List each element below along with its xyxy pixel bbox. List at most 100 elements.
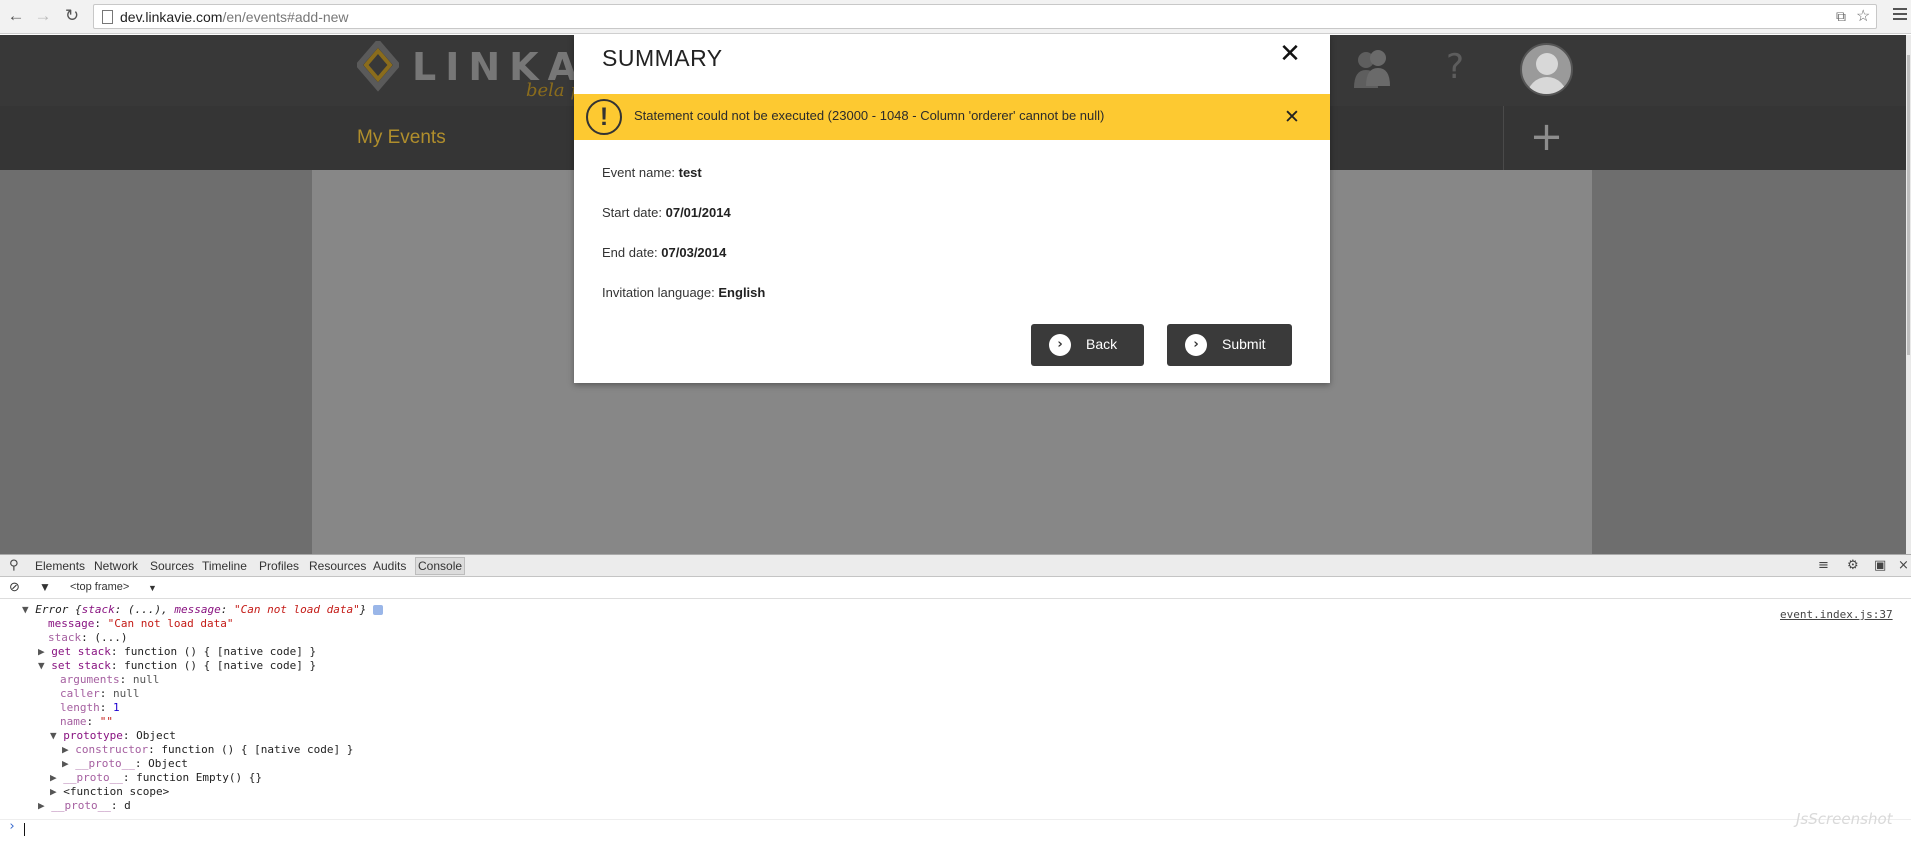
console-prop[interactable]: ▶ get stack: function () { [native code]… bbox=[38, 645, 316, 659]
tab-console[interactable]: Console bbox=[415, 557, 466, 575]
field-label: Invitation language: bbox=[602, 285, 715, 300]
undock-icon[interactable]: ▣ bbox=[1874, 558, 1886, 573]
prop-key: set stack bbox=[51, 659, 111, 672]
tab-profiles[interactable]: Profiles bbox=[259, 559, 299, 573]
prop-sep: : bbox=[122, 729, 137, 742]
url-path: /en/events#add-new bbox=[222, 9, 349, 25]
reload-icon[interactable]: ↻ bbox=[62, 6, 82, 26]
prop-sep: : bbox=[99, 701, 113, 714]
console-filter-bar: ⊘ ▼ <top frame> ▼ bbox=[0, 577, 1911, 599]
prop-value: function () { [native code] } bbox=[124, 659, 317, 672]
tab-timeline[interactable]: Timeline bbox=[202, 559, 247, 573]
expand-triangle-icon[interactable]: ▼ bbox=[50, 729, 57, 742]
console-prop[interactable]: ▶ __proto__: Object bbox=[62, 757, 188, 771]
prop-key: message bbox=[48, 617, 95, 630]
prop-sep: : bbox=[110, 659, 125, 672]
submit-button[interactable]: › Submit bbox=[1167, 324, 1292, 366]
devtools-toolbar: ⚲ Elements Network Sources Timeline Prof… bbox=[0, 555, 1911, 577]
console-input[interactable] bbox=[24, 823, 25, 836]
expand-triangle-icon[interactable]: ▼ bbox=[38, 659, 45, 672]
console-prop[interactable]: ▶ __proto__: function Empty() {} bbox=[50, 771, 262, 785]
source-file-link[interactable]: event.index.js:37 bbox=[1780, 608, 1893, 621]
console-prop: message: "Can not load data" bbox=[48, 617, 233, 631]
search-icon[interactable]: ⚲ bbox=[9, 558, 19, 573]
end-date-row: End date: 07/03/2014 bbox=[602, 245, 726, 260]
field-value: English bbox=[718, 285, 766, 300]
console-prompt-icon: › bbox=[8, 819, 16, 834]
scrollbar-thumb[interactable] bbox=[1907, 55, 1910, 355]
tab-network[interactable]: Network bbox=[94, 559, 138, 573]
error-close-brace: } bbox=[359, 603, 367, 616]
field-value: 07/03/2014 bbox=[661, 245, 727, 260]
prop-sep: : bbox=[86, 715, 100, 728]
address-bar[interactable]: dev.linkavie.com/en/events#add-new ⧉ ☆ bbox=[93, 4, 1877, 29]
modal-close-icon[interactable]: ✕ bbox=[1276, 40, 1304, 68]
field-label: End date: bbox=[602, 245, 658, 260]
my-events-link[interactable]: My Events bbox=[357, 127, 446, 149]
info-icon[interactable] bbox=[373, 605, 384, 615]
browser-menu-icon[interactable] bbox=[1893, 8, 1907, 22]
field-label: Start date: bbox=[602, 205, 662, 220]
chevron-right-icon: › bbox=[1049, 334, 1071, 356]
console-prop[interactable]: ▼ prototype: Object bbox=[50, 729, 176, 743]
tab-audits[interactable]: Audits bbox=[373, 559, 406, 573]
event-name-row: Event name: test bbox=[602, 165, 702, 180]
error-sep: : bbox=[220, 603, 234, 616]
gear-icon[interactable]: ⚙ bbox=[1847, 558, 1859, 573]
forward-arrow-icon[interactable]: → bbox=[33, 6, 53, 26]
devtools-panel: ⚲ Elements Network Sources Timeline Prof… bbox=[0, 554, 1911, 864]
add-event-button[interactable]: + bbox=[1503, 106, 1589, 170]
extension-icon[interactable]: ⧉ bbox=[1836, 8, 1846, 25]
prop-key: length bbox=[60, 701, 100, 714]
expand-triangle-icon[interactable]: ▶ bbox=[38, 645, 45, 658]
page-scrollbar[interactable] bbox=[1906, 35, 1911, 554]
console-prop: caller: null bbox=[60, 687, 140, 701]
close-icon[interactable]: × bbox=[1898, 558, 1909, 573]
error-msg-key: message bbox=[174, 603, 221, 616]
console-prop[interactable]: ▼ set stack: function () { [native code]… bbox=[38, 659, 316, 673]
logo-diamond-icon bbox=[357, 41, 399, 92]
chevron-right-icon: › bbox=[1185, 334, 1207, 356]
alert-message: Statement could not be executed (23000 -… bbox=[634, 108, 1105, 123]
console-prop[interactable]: ▶ constructor: function () { [native cod… bbox=[62, 743, 353, 757]
prop-value: function () { [native code] } bbox=[124, 645, 317, 658]
back-button[interactable]: › Back bbox=[1031, 324, 1144, 366]
expand-triangle-icon[interactable]: ▶ bbox=[38, 799, 45, 812]
prop-sep: : bbox=[81, 631, 95, 644]
avatar-body bbox=[1527, 77, 1567, 94]
prop-key: prototype bbox=[63, 729, 123, 742]
alert-close-icon[interactable]: ✕ bbox=[1284, 106, 1300, 128]
prop-key: stack bbox=[48, 631, 82, 644]
expand-triangle-icon[interactable]: ▶ bbox=[50, 785, 57, 798]
friends-icon[interactable] bbox=[1352, 48, 1392, 90]
filter-icon[interactable]: ▼ bbox=[39, 580, 51, 594]
frame-select[interactable]: <top frame> bbox=[70, 581, 129, 593]
expand-triangle-icon[interactable]: ▶ bbox=[50, 771, 57, 784]
prop-key: get stack bbox=[51, 645, 111, 658]
field-value: test bbox=[678, 165, 702, 180]
url-host: dev.linkavie.com bbox=[120, 9, 223, 25]
prop-value: Object bbox=[148, 757, 188, 770]
back-arrow-icon[interactable]: ← bbox=[6, 6, 26, 26]
avatar[interactable] bbox=[1520, 43, 1573, 96]
expand-triangle-icon[interactable]: ▶ bbox=[62, 757, 69, 770]
console-prop: arguments: null bbox=[60, 673, 159, 687]
field-label: Event name: bbox=[602, 165, 675, 180]
console-prop: name: "" bbox=[60, 715, 113, 729]
console-prop[interactable]: ▶ <function scope> bbox=[50, 785, 169, 799]
clear-console-icon[interactable]: ⊘ bbox=[9, 579, 20, 595]
url-text[interactable]: dev.linkavie.com/en/events#add-new bbox=[120, 9, 349, 25]
tab-resources[interactable]: Resources bbox=[309, 559, 366, 573]
expand-triangle-icon[interactable]: ▼ bbox=[22, 603, 29, 616]
page-viewport: LINKAV bela pr ? My Events + SUMMARY ✕ !… bbox=[0, 35, 1906, 554]
help-icon[interactable]: ? bbox=[1446, 47, 1464, 87]
console-prop[interactable]: ▶ __proto__: d bbox=[38, 799, 131, 813]
prop-sep: : bbox=[134, 757, 149, 770]
tab-sources[interactable]: Sources bbox=[150, 559, 194, 573]
drawer-toggle-icon[interactable]: ≡ bbox=[1818, 558, 1829, 573]
expand-triangle-icon[interactable]: ▶ bbox=[62, 743, 69, 756]
console-error-line[interactable]: ▼ Error {stack: (...), message: "Can not… bbox=[22, 603, 384, 617]
bookmark-star-icon[interactable]: ☆ bbox=[1856, 6, 1870, 26]
tab-elements[interactable]: Elements bbox=[35, 559, 85, 573]
chevron-down-icon[interactable]: ▼ bbox=[148, 583, 157, 593]
